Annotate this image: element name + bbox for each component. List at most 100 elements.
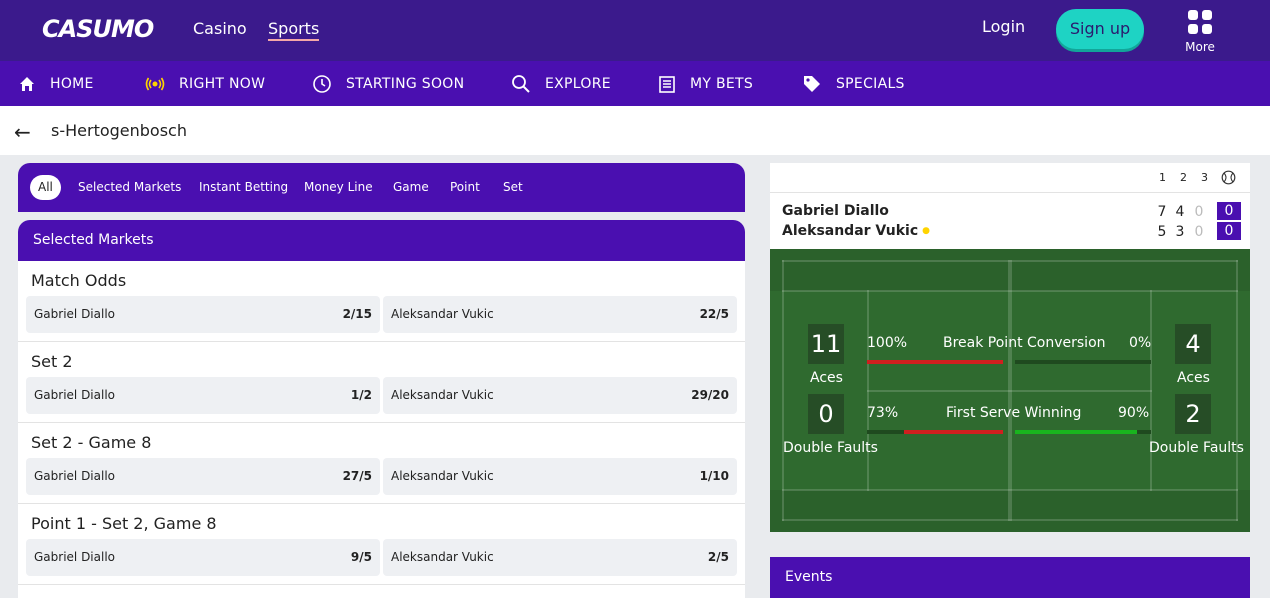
events-header[interactable]: Events	[770, 557, 1250, 598]
game-points-home: 0	[1217, 202, 1241, 220]
market-item: Point 1 - Set 2, Game 8 Gabriel Diallo 9/…	[18, 504, 745, 585]
login-link[interactable]: Login	[982, 17, 1025, 36]
selection-odds: 2/15	[342, 307, 372, 321]
subnav-my-bets[interactable]: MY BETS	[658, 61, 753, 106]
selection-odds: 22/5	[699, 307, 729, 321]
first-serve-label: First Serve Winning	[946, 405, 1082, 421]
selection-odds: 29/20	[691, 388, 729, 402]
set-score: 0	[1194, 204, 1204, 220]
player-name-away: Aleksandar Vukic ●	[782, 223, 930, 239]
signup-button[interactable]: Sign up	[1056, 9, 1144, 49]
player-name-home: Gabriel Diallo	[782, 203, 889, 219]
selection-name: Gabriel Diallo	[34, 388, 116, 402]
set-score: 0	[1194, 224, 1204, 240]
selected-markets-header[interactable]: Selected Markets	[18, 220, 745, 261]
selection-name: Gabriel Diallo	[34, 469, 116, 483]
filter-selected-markets[interactable]: Selected Markets	[78, 175, 181, 200]
filter-money-line[interactable]: Money Line	[304, 175, 373, 200]
selection-name: Gabriel Diallo	[34, 550, 116, 564]
market-title: Set 2 - Game 8	[31, 433, 152, 452]
odds-button[interactable]: Gabriel Diallo 27/5	[26, 458, 380, 495]
arrow-left-icon[interactable]: ←	[14, 120, 31, 144]
set-score: 5	[1157, 224, 1167, 240]
subnav-label: EXPLORE	[545, 75, 611, 92]
filter-point[interactable]: Point	[450, 175, 480, 200]
tag-icon	[804, 75, 820, 92]
selection-odds: 9/5	[350, 550, 372, 564]
market-item: Match Odds Gabriel Diallo 2/15 Aleksandar…	[18, 261, 745, 342]
court-line	[1236, 260, 1238, 521]
subnav-specials[interactable]: SPECIALS	[802, 61, 905, 106]
set-score: 7	[1157, 204, 1167, 220]
break-point-away-pct: 0%	[1129, 335, 1152, 351]
market-title: Set 2	[31, 352, 73, 371]
odds-button[interactable]: Gabriel Diallo 9/5	[26, 539, 380, 576]
divider	[770, 192, 1250, 193]
filter-all[interactable]: All	[30, 175, 61, 200]
casumo-logo[interactable]: CASUMO	[42, 15, 154, 43]
more-label: More	[1185, 40, 1215, 54]
subnav-label: RIGHT NOW	[179, 75, 266, 92]
market-item: Set 2 Gabriel Diallo 1/2 Aleksandar Vukic…	[18, 342, 745, 423]
away-double-faults-value: 2	[1175, 394, 1211, 434]
selection-odds: 1/2	[350, 388, 372, 402]
home-aces-value: 11	[808, 324, 844, 364]
market-filter-bar: All Selected Markets Instant Betting Mon…	[18, 163, 745, 212]
odds-button[interactable]: Aleksandar Vukic 1/10	[383, 458, 737, 495]
double-faults-label: Double Faults	[783, 440, 878, 456]
odds-button[interactable]: Gabriel Diallo 1/2	[26, 377, 380, 414]
away-aces-value: 4	[1175, 324, 1211, 364]
player-name: Aleksandar Vukic	[782, 223, 919, 239]
event-header: ← s-Hertogenbosch	[0, 106, 1270, 155]
odds-button[interactable]: Gabriel Diallo 2/15	[26, 296, 380, 333]
sports-nav: HOME RIGHT NOW STARTING SOON EXPLORE MY …	[0, 61, 1270, 106]
subnav-home[interactable]: HOME	[18, 61, 94, 106]
set-header: 1	[1159, 171, 1166, 184]
subnav-label: SPECIALS	[836, 75, 905, 92]
subnav-right-now[interactable]: RIGHT NOW	[145, 61, 265, 106]
subnav-starting-soon[interactable]: STARTING SOON	[312, 61, 464, 106]
nav-sports[interactable]: Sports	[268, 19, 320, 41]
court-net	[1008, 260, 1012, 521]
first-serve-home-bar	[867, 430, 1003, 434]
first-serve-away-pct: 90%	[1118, 405, 1150, 421]
break-point-home-bar	[867, 360, 1003, 364]
more-menu[interactable]: More	[1180, 10, 1220, 54]
aces-label: Aces	[1177, 370, 1210, 386]
aces-label: Aces	[810, 370, 843, 386]
odds-button[interactable]: Aleksandar Vukic 29/20	[383, 377, 737, 414]
selection-name: Gabriel Diallo	[34, 307, 116, 321]
nav-casino[interactable]: Casino	[193, 19, 247, 38]
subnav-label: STARTING SOON	[346, 75, 465, 92]
double-faults-label: Double Faults	[1149, 440, 1244, 456]
subnav-label: MY BETS	[690, 75, 754, 92]
clock-icon	[313, 74, 331, 93]
selection-odds: 27/5	[342, 469, 372, 483]
markets-list: Match Odds Gabriel Diallo 2/15 Aleksandar…	[18, 261, 745, 598]
market-title: Match Odds	[31, 271, 127, 290]
match-stats-court: 11 Aces 4 Aces 0 Double Faults 2 Double …	[770, 249, 1250, 532]
filter-instant-betting[interactable]: Instant Betting	[199, 175, 288, 200]
betslip-icon	[659, 75, 675, 93]
game-points-away: 0	[1217, 222, 1241, 240]
selection-name: Aleksandar Vukic	[391, 388, 494, 402]
event-title: s-Hertogenbosch	[51, 121, 187, 140]
market-title: Point 1 - Set 2, Game 8	[31, 514, 217, 533]
odds-button[interactable]: Aleksandar Vukic 22/5	[383, 296, 737, 333]
break-point-away-bar	[1015, 360, 1151, 364]
grid-icon	[1188, 10, 1212, 34]
top-header: CASUMO Casino Sports Login Sign up More	[0, 0, 1270, 61]
first-serve-away-bar	[1015, 430, 1151, 434]
filter-game[interactable]: Game	[393, 175, 429, 200]
break-point-label: Break Point Conversion	[943, 335, 1106, 351]
set-header: 2	[1180, 171, 1187, 184]
filter-set[interactable]: Set	[503, 175, 523, 200]
set-score: 3	[1175, 224, 1185, 240]
selection-name: Aleksandar Vukic	[391, 550, 494, 564]
subnav-explore[interactable]: EXPLORE	[511, 61, 611, 106]
odds-button[interactable]: Aleksandar Vukic 2/5	[383, 539, 737, 576]
search-icon	[512, 74, 530, 93]
serving-indicator-icon: ●	[922, 226, 931, 236]
selection-odds: 2/5	[707, 550, 729, 564]
set-score: 4	[1175, 204, 1185, 220]
